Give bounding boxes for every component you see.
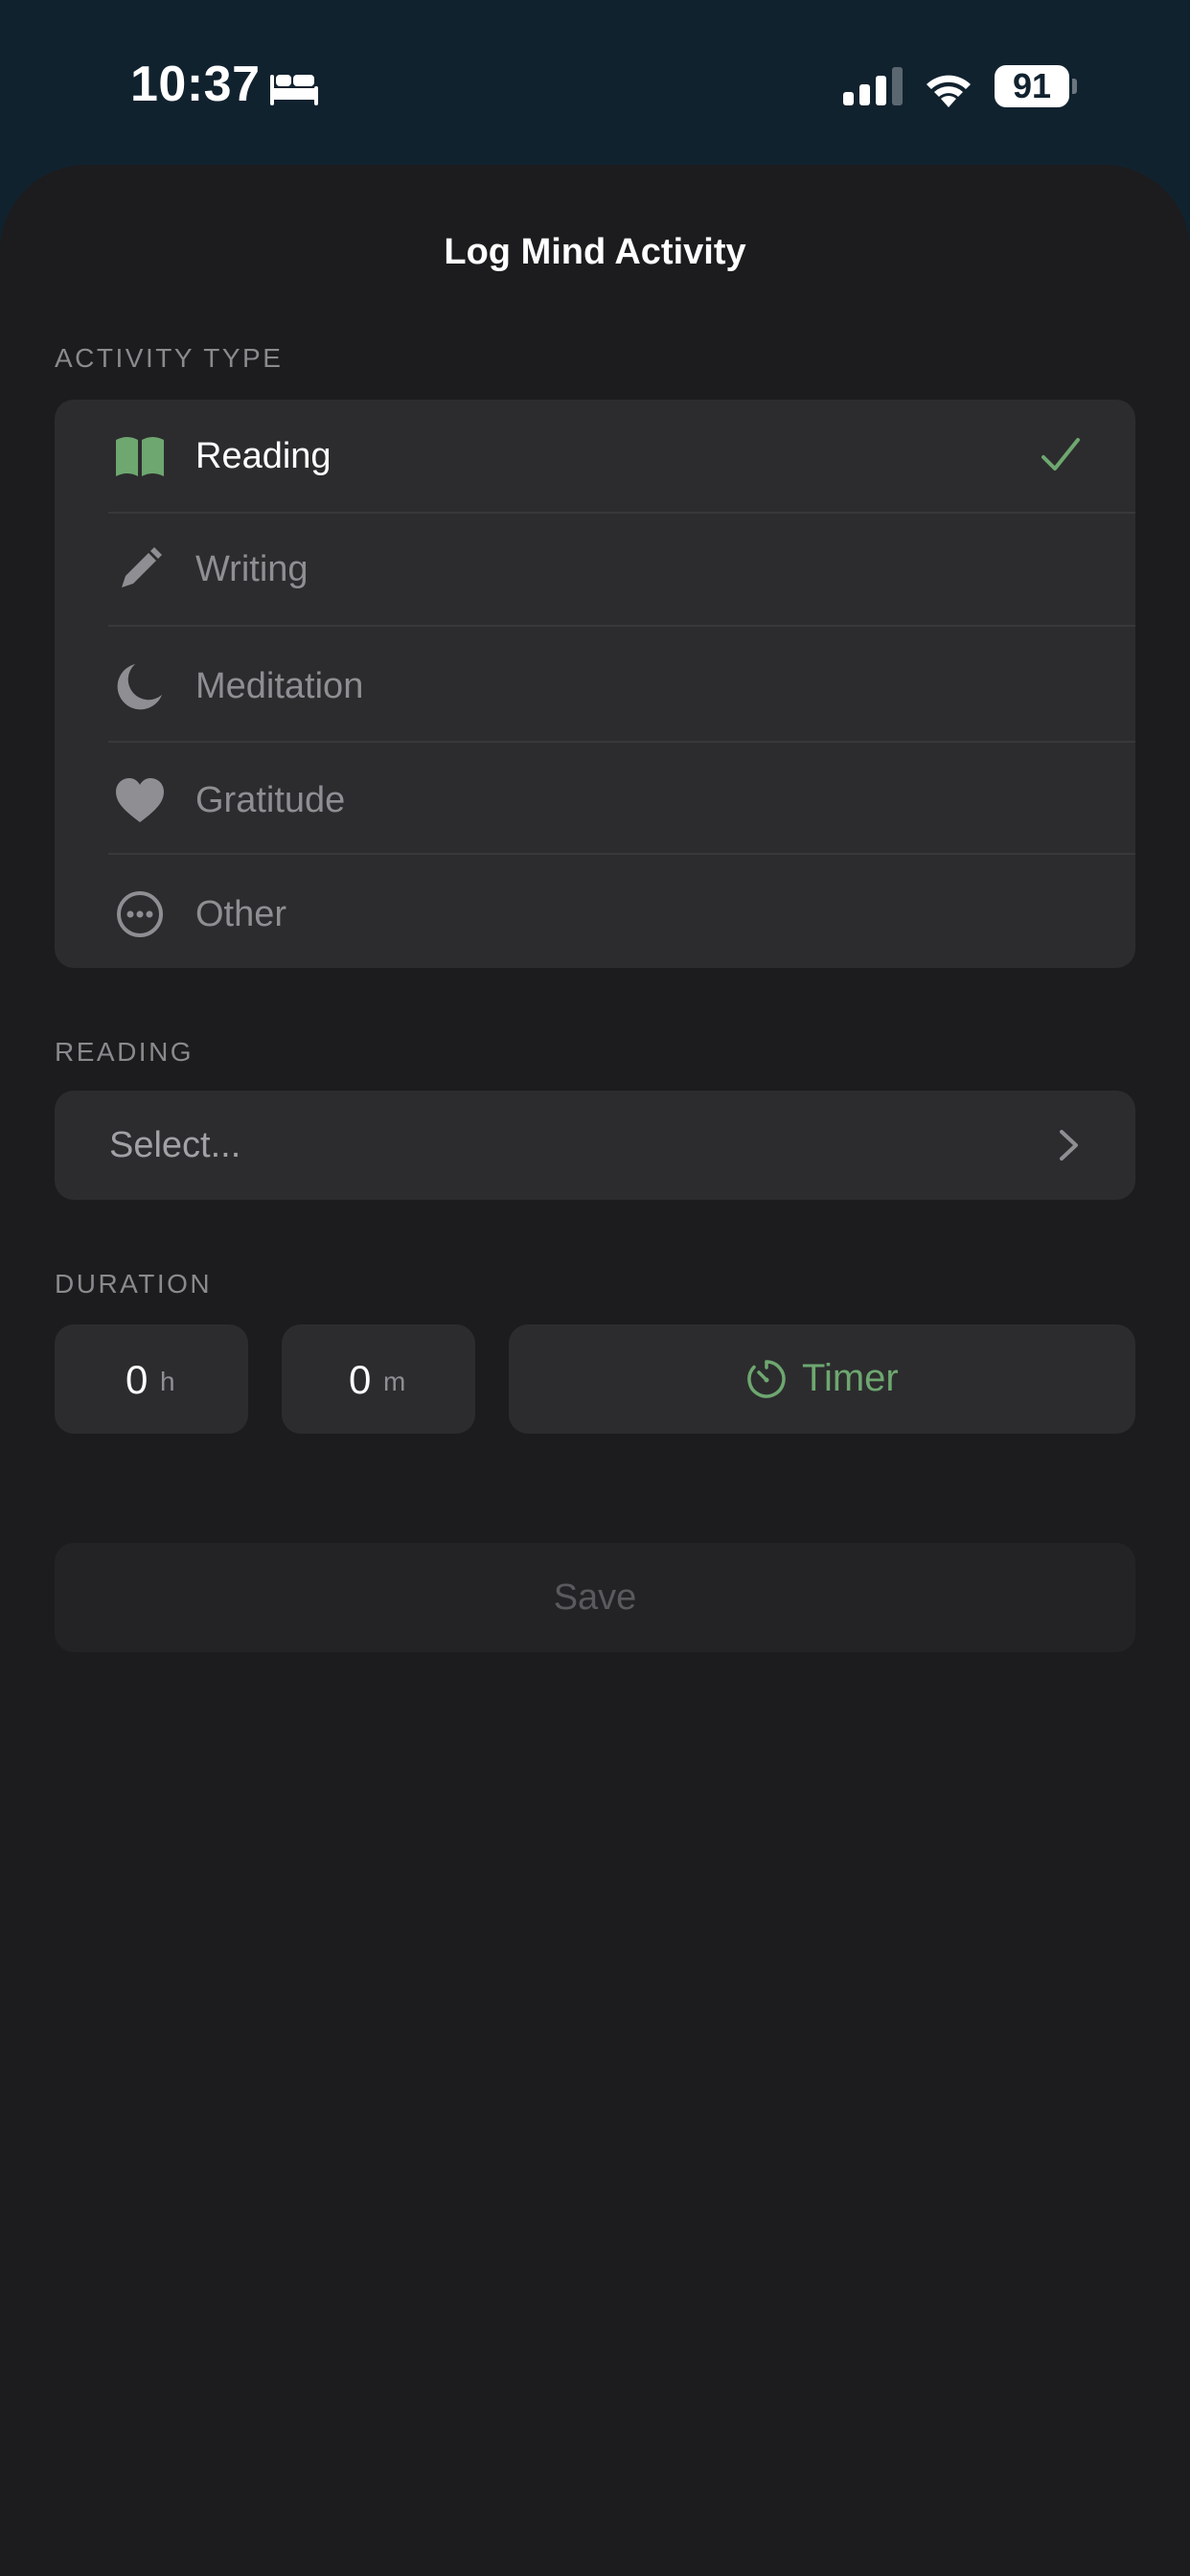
sheet-title: Log Mind Activity [444,232,746,272]
hours-input[interactable]: 0 h [55,1324,248,1434]
status-time: 10:37 [130,57,261,112]
battery-tip [1072,79,1077,94]
activity-option-label: Gratitude [195,780,346,820]
activity-option-meditation[interactable]: Meditation [55,626,1135,739]
bed-icon [270,75,318,105]
timer-icon [747,1360,786,1398]
ellipsis-circle-icon [117,891,163,937]
timer-label: Timer [802,1357,899,1399]
save-button[interactable]: Save [55,1543,1135,1652]
battery-indicator: 91 [995,65,1077,107]
activity-option-reading[interactable]: Reading [55,400,1135,513]
reading-select[interactable]: Select... [55,1091,1135,1200]
cellular-signal-icon [843,67,903,105]
activity-option-gratitude[interactable]: Gratitude [55,742,1135,855]
heart-icon [116,778,164,822]
minutes-unit: m [383,1367,406,1396]
save-label: Save [553,1577,637,1618]
activity-option-label: Reading [195,436,332,476]
book-icon [116,437,164,476]
hours-value: 0 [126,1357,149,1402]
activity-type-section-label: ACTIVITY TYPE [55,343,284,373]
status-bar: 10:37 91 [0,0,1190,168]
activity-type-list: Reading Writing Meditation Gratitude Oth… [55,400,1135,968]
hours-unit: h [160,1367,175,1396]
reading-select-placeholder: Select... [109,1125,241,1165]
reading-section-label: READING [55,1037,195,1067]
activity-option-label: Writing [195,549,309,589]
minutes-value: 0 [349,1357,372,1402]
checkmark-icon [1041,438,1080,471]
minutes-input[interactable]: 0 m [282,1324,475,1434]
timer-button[interactable]: Timer [509,1324,1135,1434]
chevron-right-icon [1060,1130,1078,1161]
duration-section-label: DURATION [55,1269,213,1299]
activity-option-label: Meditation [195,666,364,706]
activity-option-label: Other [195,894,287,934]
pencil-icon [122,547,162,587]
activity-option-other[interactable]: Other [55,854,1135,967]
moon-icon [117,664,162,710]
wifi-icon [927,75,971,107]
log-mind-activity-sheet: Log Mind Activity ACTIVITY TYPE Reading … [0,165,1190,2576]
activity-option-writing[interactable]: Writing [55,513,1135,626]
battery-level: 91 [995,65,1069,107]
